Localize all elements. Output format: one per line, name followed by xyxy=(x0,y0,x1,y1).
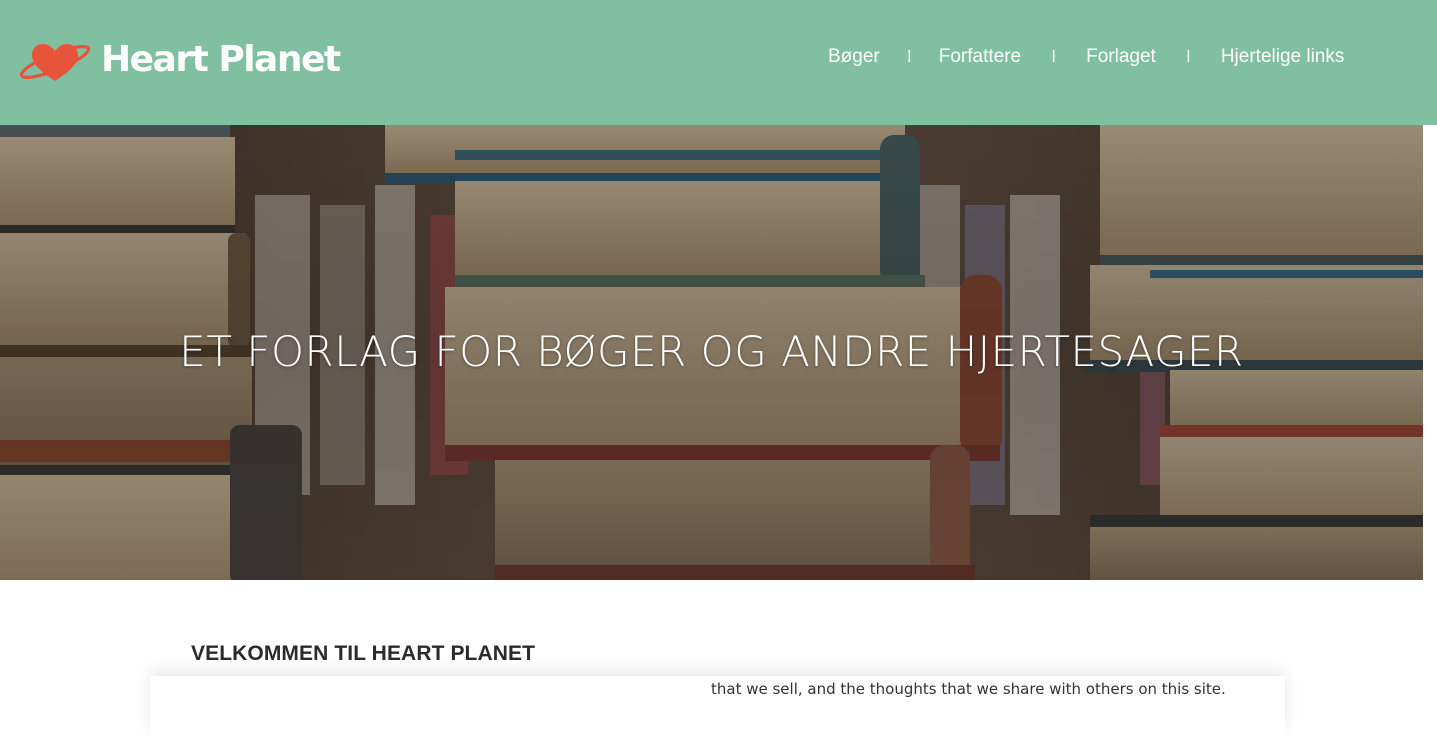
heart-planet-icon xyxy=(19,44,91,81)
hero-banner: ET FORLAG FOR BØGER OG ANDRE HJERTESAGER xyxy=(0,125,1423,580)
nav-separator: l xyxy=(907,47,912,66)
intro-text: that we sell, and the thoughts that we s… xyxy=(711,680,1226,698)
main-content: VELKOMMEN TIL HEART PLANET that we sell,… xyxy=(0,580,1437,736)
nav-item-forlaget[interactable]: Forlaget xyxy=(1086,46,1156,68)
nav-separator: l xyxy=(1051,47,1056,66)
nav-item-boger[interactable]: Bøger xyxy=(828,46,880,68)
hero-title: ET FORLAG FOR BØGER OG ANDRE HJERTESAGER xyxy=(179,327,1244,376)
brand-name: Heart Planet xyxy=(101,39,341,80)
nav-item-forfattere[interactable]: Forfattere xyxy=(939,46,1021,68)
nav-separator: l xyxy=(1186,47,1191,66)
site-header: Heart Planet Bøger l Forfattere l Forlag… xyxy=(0,0,1437,125)
nav-item-hjertelige-links[interactable]: Hjertelige links xyxy=(1221,46,1345,68)
logo[interactable]: Heart Planet xyxy=(18,34,341,86)
main-nav: Bøger l Forfattere l Forlaget l Hjerteli… xyxy=(828,46,1344,68)
welcome-heading: VELKOMMEN TIL HEART PLANET xyxy=(191,642,536,665)
